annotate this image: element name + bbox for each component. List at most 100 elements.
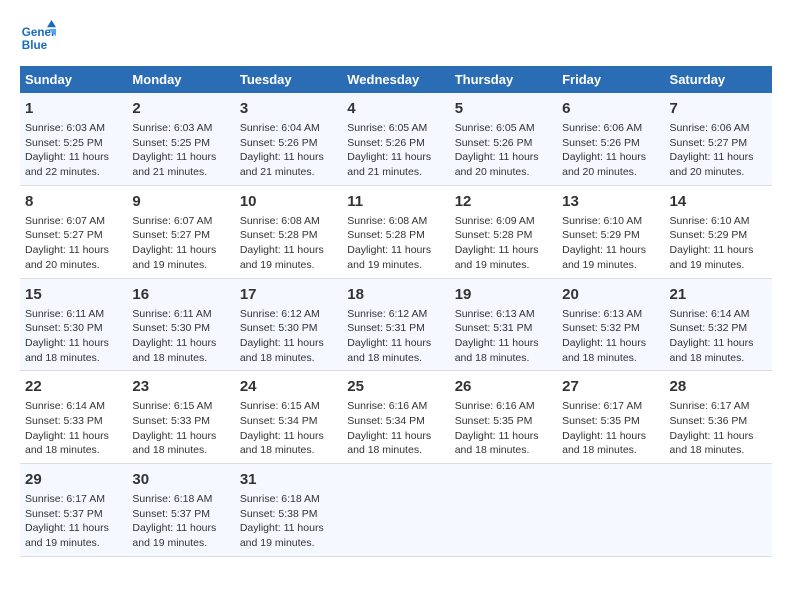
calendar-cell: 15Sunrise: 6:11 AM Sunset: 5:30 PM Dayli… (20, 278, 127, 371)
calendar-cell: 12Sunrise: 6:09 AM Sunset: 5:28 PM Dayli… (450, 185, 557, 278)
weekday-header-saturday: Saturday (665, 66, 772, 93)
day-info: Sunrise: 6:06 AM Sunset: 5:27 PM Dayligh… (670, 121, 767, 180)
calendar-cell: 8Sunrise: 6:07 AM Sunset: 5:27 PM Daylig… (20, 185, 127, 278)
day-number: 27 (562, 376, 659, 397)
day-info: Sunrise: 6:05 AM Sunset: 5:26 PM Dayligh… (455, 121, 552, 180)
day-info: Sunrise: 6:17 AM Sunset: 5:35 PM Dayligh… (562, 399, 659, 458)
day-info: Sunrise: 6:16 AM Sunset: 5:34 PM Dayligh… (347, 399, 444, 458)
day-number: 10 (240, 191, 337, 212)
day-info: Sunrise: 6:10 AM Sunset: 5:29 PM Dayligh… (562, 214, 659, 273)
calendar-cell: 5Sunrise: 6:05 AM Sunset: 5:26 PM Daylig… (450, 93, 557, 185)
calendar-cell: 16Sunrise: 6:11 AM Sunset: 5:30 PM Dayli… (127, 278, 234, 371)
day-number: 11 (347, 191, 444, 212)
day-info: Sunrise: 6:17 AM Sunset: 5:37 PM Dayligh… (25, 492, 122, 551)
day-info: Sunrise: 6:03 AM Sunset: 5:25 PM Dayligh… (25, 121, 122, 180)
weekday-header-tuesday: Tuesday (235, 66, 342, 93)
day-info: Sunrise: 6:07 AM Sunset: 5:27 PM Dayligh… (132, 214, 229, 273)
calendar-cell (450, 464, 557, 557)
calendar-cell: 21Sunrise: 6:14 AM Sunset: 5:32 PM Dayli… (665, 278, 772, 371)
day-info: Sunrise: 6:12 AM Sunset: 5:30 PM Dayligh… (240, 307, 337, 366)
day-number: 23 (132, 376, 229, 397)
day-number: 7 (670, 98, 767, 119)
calendar-cell: 18Sunrise: 6:12 AM Sunset: 5:31 PM Dayli… (342, 278, 449, 371)
calendar-cell: 31Sunrise: 6:18 AM Sunset: 5:38 PM Dayli… (235, 464, 342, 557)
logo-icon: General Blue (20, 20, 56, 56)
day-info: Sunrise: 6:10 AM Sunset: 5:29 PM Dayligh… (670, 214, 767, 273)
calendar-cell: 30Sunrise: 6:18 AM Sunset: 5:37 PM Dayli… (127, 464, 234, 557)
day-info: Sunrise: 6:16 AM Sunset: 5:35 PM Dayligh… (455, 399, 552, 458)
day-number: 29 (25, 469, 122, 490)
day-number: 18 (347, 284, 444, 305)
day-info: Sunrise: 6:17 AM Sunset: 5:36 PM Dayligh… (670, 399, 767, 458)
calendar-week-row: 1Sunrise: 6:03 AM Sunset: 5:25 PM Daylig… (20, 93, 772, 185)
calendar-cell: 26Sunrise: 6:16 AM Sunset: 5:35 PM Dayli… (450, 371, 557, 464)
day-number: 16 (132, 284, 229, 305)
weekday-header-monday: Monday (127, 66, 234, 93)
day-info: Sunrise: 6:18 AM Sunset: 5:38 PM Dayligh… (240, 492, 337, 551)
day-info: Sunrise: 6:13 AM Sunset: 5:32 PM Dayligh… (562, 307, 659, 366)
day-number: 5 (455, 98, 552, 119)
day-number: 21 (670, 284, 767, 305)
calendar-cell: 19Sunrise: 6:13 AM Sunset: 5:31 PM Dayli… (450, 278, 557, 371)
calendar-cell (342, 464, 449, 557)
day-number: 17 (240, 284, 337, 305)
day-info: Sunrise: 6:15 AM Sunset: 5:34 PM Dayligh… (240, 399, 337, 458)
day-info: Sunrise: 6:08 AM Sunset: 5:28 PM Dayligh… (240, 214, 337, 273)
calendar-cell: 14Sunrise: 6:10 AM Sunset: 5:29 PM Dayli… (665, 185, 772, 278)
day-number: 25 (347, 376, 444, 397)
calendar-cell: 4Sunrise: 6:05 AM Sunset: 5:26 PM Daylig… (342, 93, 449, 185)
day-number: 20 (562, 284, 659, 305)
day-number: 13 (562, 191, 659, 212)
calendar-week-row: 8Sunrise: 6:07 AM Sunset: 5:27 PM Daylig… (20, 185, 772, 278)
day-info: Sunrise: 6:09 AM Sunset: 5:28 PM Dayligh… (455, 214, 552, 273)
day-number: 22 (25, 376, 122, 397)
day-info: Sunrise: 6:07 AM Sunset: 5:27 PM Dayligh… (25, 214, 122, 273)
calendar-cell: 17Sunrise: 6:12 AM Sunset: 5:30 PM Dayli… (235, 278, 342, 371)
day-number: 31 (240, 469, 337, 490)
calendar-cell: 3Sunrise: 6:04 AM Sunset: 5:26 PM Daylig… (235, 93, 342, 185)
day-number: 8 (25, 191, 122, 212)
svg-text:Blue: Blue (22, 39, 48, 52)
calendar-cell (665, 464, 772, 557)
day-info: Sunrise: 6:03 AM Sunset: 5:25 PM Dayligh… (132, 121, 229, 180)
calendar-week-row: 22Sunrise: 6:14 AM Sunset: 5:33 PM Dayli… (20, 371, 772, 464)
calendar-cell: 1Sunrise: 6:03 AM Sunset: 5:25 PM Daylig… (20, 93, 127, 185)
calendar-header-row: SundayMondayTuesdayWednesdayThursdayFrid… (20, 66, 772, 93)
day-info: Sunrise: 6:12 AM Sunset: 5:31 PM Dayligh… (347, 307, 444, 366)
calendar-week-row: 29Sunrise: 6:17 AM Sunset: 5:37 PM Dayli… (20, 464, 772, 557)
day-info: Sunrise: 6:05 AM Sunset: 5:26 PM Dayligh… (347, 121, 444, 180)
day-number: 19 (455, 284, 552, 305)
calendar-cell: 22Sunrise: 6:14 AM Sunset: 5:33 PM Dayli… (20, 371, 127, 464)
calendar-cell (557, 464, 664, 557)
weekday-header-sunday: Sunday (20, 66, 127, 93)
day-info: Sunrise: 6:11 AM Sunset: 5:30 PM Dayligh… (25, 307, 122, 366)
weekday-header-friday: Friday (557, 66, 664, 93)
calendar-cell: 23Sunrise: 6:15 AM Sunset: 5:33 PM Dayli… (127, 371, 234, 464)
calendar-cell: 29Sunrise: 6:17 AM Sunset: 5:37 PM Dayli… (20, 464, 127, 557)
day-number: 1 (25, 98, 122, 119)
calendar-cell: 10Sunrise: 6:08 AM Sunset: 5:28 PM Dayli… (235, 185, 342, 278)
calendar-cell: 6Sunrise: 6:06 AM Sunset: 5:26 PM Daylig… (557, 93, 664, 185)
day-number: 4 (347, 98, 444, 119)
day-info: Sunrise: 6:14 AM Sunset: 5:33 PM Dayligh… (25, 399, 122, 458)
weekday-header-wednesday: Wednesday (342, 66, 449, 93)
day-number: 6 (562, 98, 659, 119)
day-number: 26 (455, 376, 552, 397)
calendar-table: SundayMondayTuesdayWednesdayThursdayFrid… (20, 66, 772, 557)
day-number: 12 (455, 191, 552, 212)
day-number: 15 (25, 284, 122, 305)
day-number: 28 (670, 376, 767, 397)
day-number: 3 (240, 98, 337, 119)
calendar-cell: 2Sunrise: 6:03 AM Sunset: 5:25 PM Daylig… (127, 93, 234, 185)
svg-text:General: General (22, 26, 56, 39)
day-info: Sunrise: 6:14 AM Sunset: 5:32 PM Dayligh… (670, 307, 767, 366)
day-info: Sunrise: 6:11 AM Sunset: 5:30 PM Dayligh… (132, 307, 229, 366)
calendar-cell: 24Sunrise: 6:15 AM Sunset: 5:34 PM Dayli… (235, 371, 342, 464)
calendar-cell: 28Sunrise: 6:17 AM Sunset: 5:36 PM Dayli… (665, 371, 772, 464)
calendar-week-row: 15Sunrise: 6:11 AM Sunset: 5:30 PM Dayli… (20, 278, 772, 371)
calendar-cell: 27Sunrise: 6:17 AM Sunset: 5:35 PM Dayli… (557, 371, 664, 464)
day-number: 9 (132, 191, 229, 212)
page-header: General Blue (20, 20, 772, 56)
day-number: 2 (132, 98, 229, 119)
calendar-cell: 13Sunrise: 6:10 AM Sunset: 5:29 PM Dayli… (557, 185, 664, 278)
